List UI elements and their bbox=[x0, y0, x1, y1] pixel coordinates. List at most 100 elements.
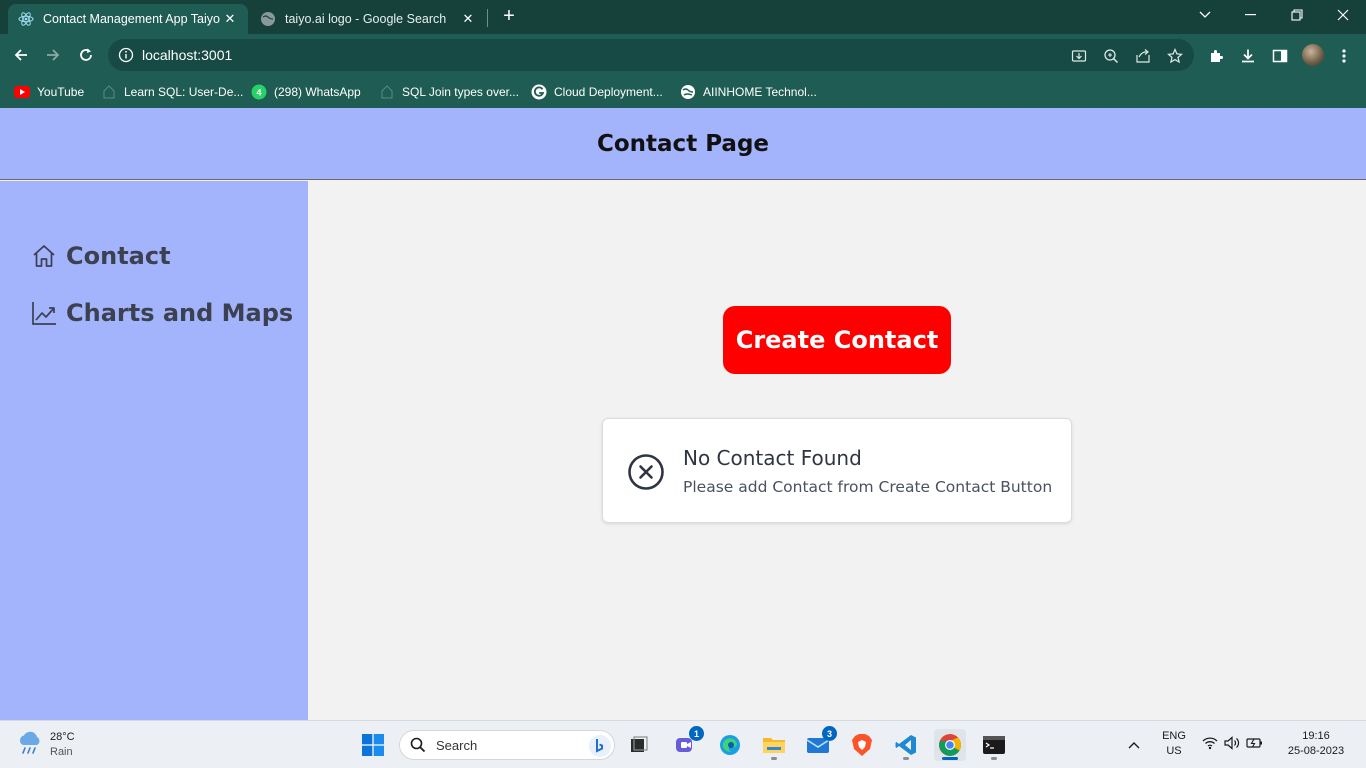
tab-contact-management[interactable]: Contact Management App Taiyo ✕ bbox=[8, 4, 248, 34]
browser-menu-icon[interactable] bbox=[1334, 46, 1354, 66]
main-content: Create Contact No Contact Found Please a… bbox=[308, 181, 1366, 720]
minimize-icon[interactable] bbox=[1228, 0, 1274, 30]
notification-badge: 1 bbox=[689, 726, 704, 741]
globe-icon bbox=[260, 11, 276, 27]
new-tab-icon[interactable]: + bbox=[498, 6, 520, 28]
mail-icon[interactable]: 3 bbox=[802, 726, 837, 761]
chart-line-icon bbox=[30, 299, 58, 327]
close-circle-icon bbox=[627, 453, 665, 491]
bookmark-sql-join[interactable]: SQL Join types over... bbox=[379, 83, 519, 101]
bookmark-learn-sql[interactable]: Learn SQL: User-De... bbox=[101, 83, 243, 101]
downloads-icon[interactable] bbox=[1238, 46, 1258, 66]
bookmark-whatsapp[interactable]: 4 (298) WhatsApp bbox=[251, 83, 361, 101]
running-indicator bbox=[771, 757, 777, 760]
empty-state-message: Please add Contact from Create Contact B… bbox=[683, 478, 1053, 496]
profile-avatar[interactable] bbox=[1302, 44, 1324, 66]
sidebar-item-label: Charts and Maps bbox=[66, 299, 294, 327]
bookmark-label: AIINHOME Technol... bbox=[703, 85, 817, 99]
tab-title: Contact Management App Taiyo bbox=[43, 12, 220, 26]
google-icon bbox=[531, 84, 547, 100]
browser-toolbar: localhost:3001 bbox=[0, 34, 1366, 76]
zoom-icon[interactable] bbox=[1102, 47, 1120, 65]
active-indicator bbox=[942, 757, 958, 760]
file-explorer-icon[interactable] bbox=[758, 729, 790, 761]
page-header: Contact Page bbox=[0, 108, 1366, 180]
bookmark-star-icon[interactable] bbox=[1166, 47, 1184, 65]
create-contact-button[interactable]: Create Contact bbox=[723, 306, 951, 374]
bookmark-youtube[interactable]: YouTube bbox=[14, 83, 84, 101]
site-info-icon[interactable] bbox=[118, 47, 134, 63]
search-icon bbox=[410, 737, 426, 753]
globe-icon bbox=[379, 84, 395, 100]
sidebar-item-contact[interactable]: Contact bbox=[30, 239, 171, 273]
battery-icon bbox=[1246, 736, 1264, 755]
home-icon bbox=[30, 242, 58, 270]
running-indicator bbox=[903, 757, 909, 760]
weather-widget[interactable]: 28°C Rain bbox=[16, 728, 75, 762]
terminal-icon[interactable] bbox=[978, 729, 1010, 761]
clock-time: 19:16 bbox=[1302, 730, 1330, 742]
teams-chat-icon[interactable]: 1 bbox=[669, 726, 704, 761]
rain-cloud-icon bbox=[16, 730, 44, 761]
page-title: Contact Page bbox=[596, 130, 770, 157]
back-icon[interactable] bbox=[8, 42, 34, 68]
region-code: US bbox=[1166, 745, 1182, 757]
clock[interactable]: 19:16 25-08-2023 bbox=[1280, 729, 1352, 759]
vscode-icon[interactable] bbox=[890, 729, 922, 761]
edge-browser-icon[interactable] bbox=[714, 729, 746, 761]
bing-icon[interactable] bbox=[588, 734, 612, 758]
show-hidden-icons-chevron-icon[interactable] bbox=[1120, 729, 1148, 761]
react-icon bbox=[18, 11, 34, 27]
bookmark-label: (298) WhatsApp bbox=[274, 85, 361, 99]
close-tab-icon[interactable]: ✕ bbox=[222, 11, 238, 27]
bookmark-label: Learn SQL: User-De... bbox=[124, 85, 244, 99]
extensions-icon[interactable] bbox=[1206, 46, 1226, 66]
weather-temperature: 28°C bbox=[50, 731, 75, 743]
youtube-icon bbox=[14, 84, 30, 100]
brave-browser-icon[interactable] bbox=[846, 729, 878, 761]
running-indicator bbox=[991, 757, 997, 760]
sidebar-item-label: Contact bbox=[66, 242, 171, 270]
globe-icon bbox=[101, 84, 117, 100]
address-bar[interactable]: localhost:3001 bbox=[108, 39, 1194, 71]
sidebar: Contact Charts and Maps bbox=[0, 181, 308, 720]
close-window-icon[interactable] bbox=[1320, 0, 1366, 30]
language-indicator[interactable]: ENG US bbox=[1158, 729, 1190, 759]
install-app-icon[interactable] bbox=[1070, 47, 1088, 65]
bookmark-aiinhome[interactable]: AIINHOME Technol... bbox=[680, 83, 817, 101]
clock-date: 25-08-2023 bbox=[1287, 745, 1345, 757]
wifi-icon bbox=[1202, 736, 1218, 755]
reload-icon[interactable] bbox=[73, 42, 99, 68]
start-button[interactable] bbox=[357, 729, 389, 761]
bookmarks-bar: YouTube Learn SQL: User-De... 4 (298) Wh… bbox=[0, 76, 1366, 108]
bookmark-label: SQL Join types over... bbox=[402, 85, 519, 99]
side-panel-icon[interactable] bbox=[1270, 46, 1290, 66]
notification-badge: 3 bbox=[822, 726, 837, 741]
restore-icon[interactable] bbox=[1274, 0, 1320, 30]
bookmark-cloud-deployment[interactable]: Cloud Deployment... bbox=[531, 83, 663, 101]
empty-state-title: No Contact Found bbox=[683, 446, 862, 470]
taskbar-search[interactable]: Search bbox=[399, 730, 615, 760]
svg-text:4: 4 bbox=[256, 88, 261, 98]
task-view-icon[interactable] bbox=[623, 729, 655, 761]
tab-separator bbox=[487, 9, 488, 27]
sidebar-item-charts-and-maps[interactable]: Charts and Maps bbox=[30, 296, 293, 330]
system-tray-status[interactable] bbox=[1198, 729, 1268, 761]
globe-icon bbox=[680, 84, 696, 100]
share-icon[interactable] bbox=[1134, 47, 1152, 65]
forward-icon[interactable] bbox=[40, 42, 66, 68]
tab-title: taiyo.ai logo - Google Search bbox=[285, 12, 447, 26]
windows-taskbar: 28°C Rain Search 1 3 ENG US 19:16 25-08-… bbox=[0, 720, 1366, 768]
bookmark-label: YouTube bbox=[37, 85, 85, 99]
weather-condition: Rain bbox=[50, 746, 73, 758]
tab-search-chevron-icon[interactable] bbox=[1182, 0, 1228, 30]
tab-google-search[interactable]: taiyo.ai logo - Google Search ✕ bbox=[250, 4, 486, 34]
search-placeholder: Search bbox=[436, 738, 478, 753]
close-tab-icon[interactable]: ✕ bbox=[460, 11, 476, 27]
url-text: localhost:3001 bbox=[142, 47, 233, 63]
browser-tab-strip: Contact Management App Taiyo ✕ taiyo.ai … bbox=[0, 0, 1366, 34]
language-code: ENG bbox=[1162, 730, 1186, 742]
empty-state-alert: No Contact Found Please add Contact from… bbox=[602, 418, 1072, 523]
chrome-browser-icon[interactable] bbox=[934, 729, 966, 761]
whatsapp-icon: 4 bbox=[251, 84, 267, 100]
